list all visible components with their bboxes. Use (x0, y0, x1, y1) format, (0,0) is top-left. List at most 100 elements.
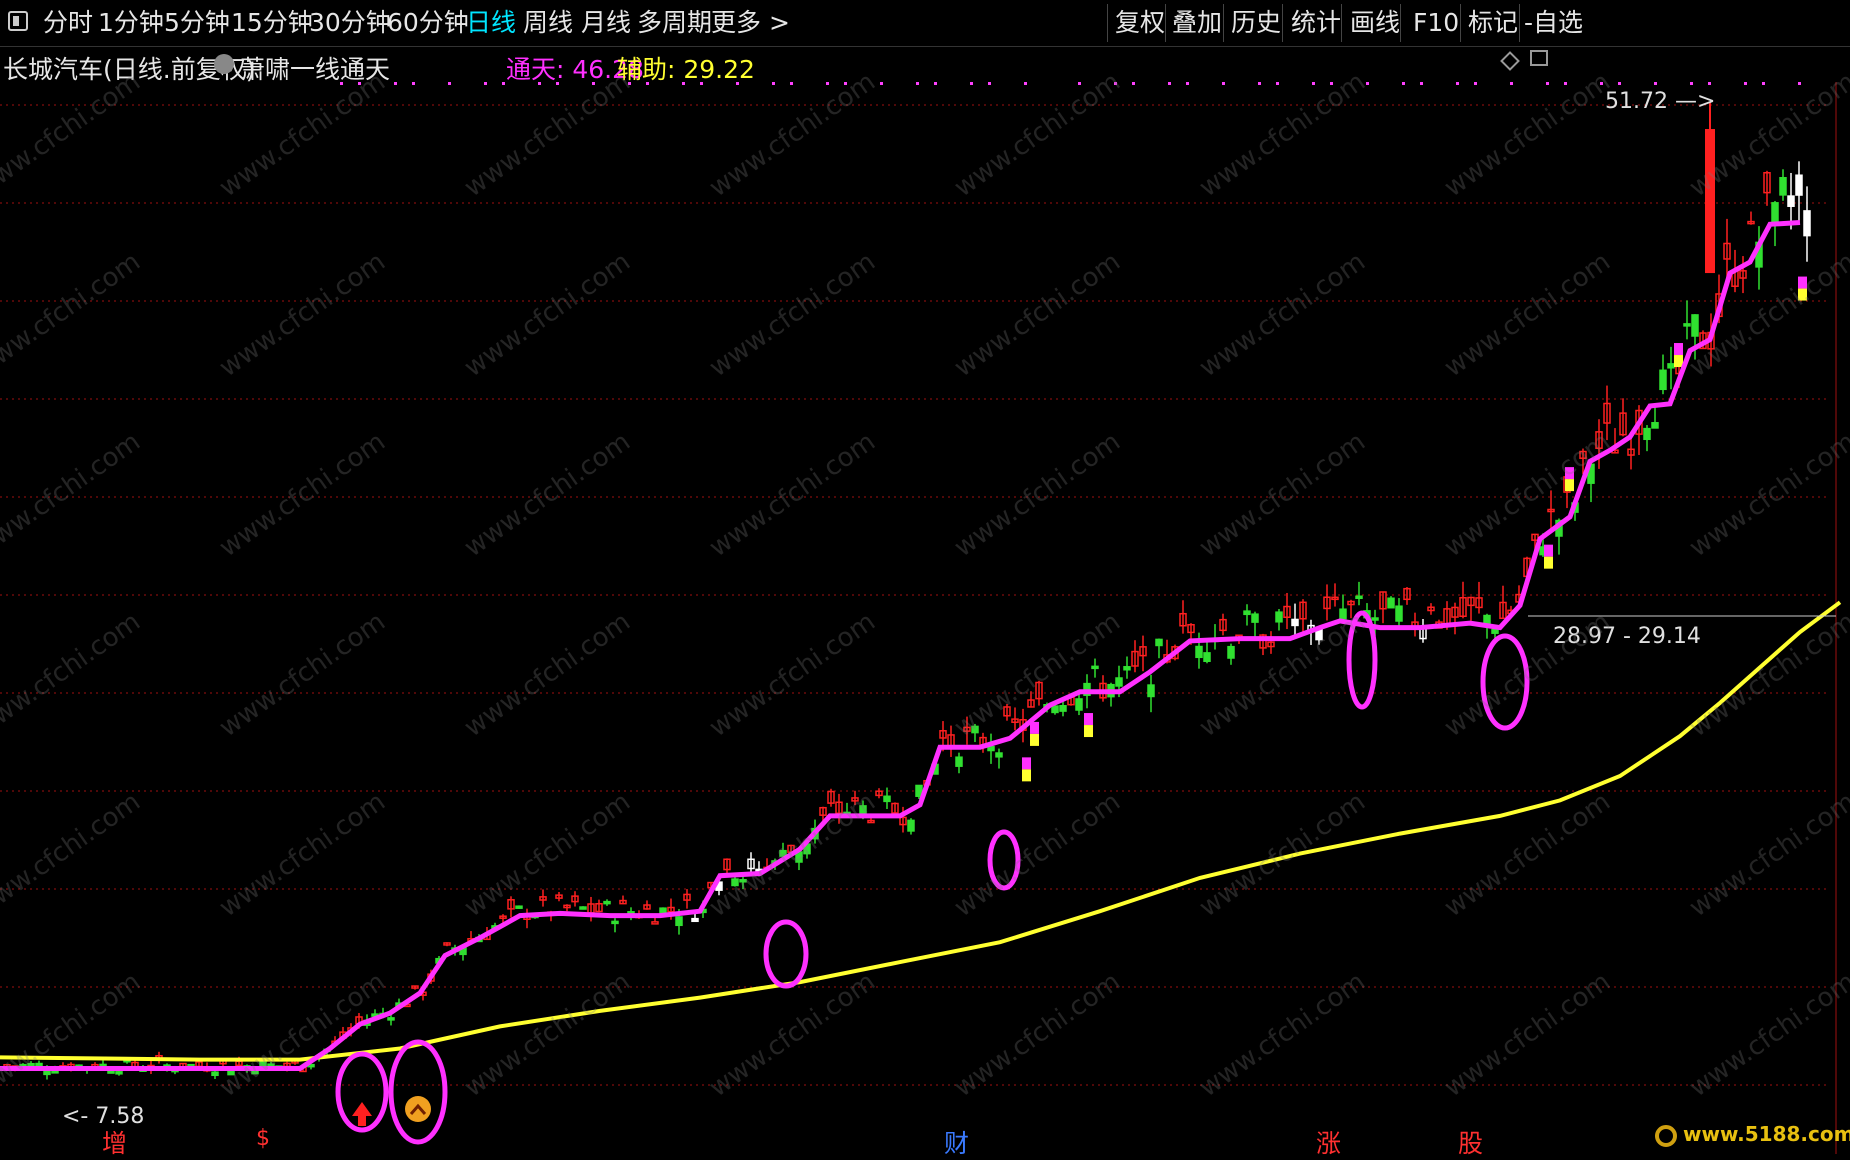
candle-body (1787, 195, 1795, 207)
dot-marker (502, 82, 505, 85)
dot-marker (1312, 82, 1315, 85)
dot-marker (826, 82, 829, 85)
dot-marker (1402, 82, 1405, 85)
tool-button[interactable]: F10 (1413, 6, 1459, 40)
candle-body (1155, 638, 1163, 647)
candle-body (1651, 422, 1659, 429)
candle-body (1227, 645, 1235, 659)
dot-marker (592, 82, 595, 85)
candle-body (251, 1070, 259, 1075)
candle-body (1659, 369, 1667, 391)
period-tab[interactable]: 多周期 (637, 6, 712, 40)
candle-body (1795, 174, 1803, 196)
dot-marker (1168, 82, 1171, 85)
tool-button[interactable]: 统计 (1291, 6, 1341, 40)
chevron-down-icon[interactable] (214, 54, 234, 74)
candle-body (1203, 652, 1211, 663)
period-tab[interactable]: 30分钟 (309, 6, 391, 40)
dot-marker (1762, 82, 1765, 85)
period-tab[interactable]: 周线 (523, 6, 573, 40)
dot-marker (1222, 82, 1225, 85)
period-tab[interactable]: 15分钟 (231, 6, 313, 40)
top-toolbar: 分时 1分钟 5分钟 15分钟 30分钟 60分钟 日线 周线 月线 多周期 更… (0, 0, 1850, 47)
period-tab[interactable]: 1分钟 (98, 6, 164, 40)
candle-body (1075, 698, 1083, 711)
signal-bar (1565, 467, 1574, 480)
event-marker[interactable]: 财 (944, 1124, 969, 1160)
candle-body (971, 725, 979, 734)
indicator-name[interactable]: 萧啸一线通天 (240, 50, 390, 86)
buy-arrow-icon (352, 1102, 372, 1126)
candle-body (907, 819, 915, 832)
signal-circle (987, 829, 1021, 891)
signal-bar (1084, 713, 1093, 726)
period-tab[interactable]: 60分钟 (387, 6, 469, 40)
tongtian-line (0, 220, 1801, 1071)
event-marker[interactable]: 涨 (1316, 1124, 1341, 1160)
tool-button[interactable]: 标记 (1468, 6, 1518, 40)
period-tab[interactable]: 5分钟 (164, 6, 230, 40)
dot-marker (1744, 82, 1747, 85)
candle-body (739, 879, 747, 883)
candle-body (1771, 202, 1779, 224)
signal-circle (388, 1039, 448, 1145)
candle-body (1059, 705, 1067, 712)
period-tab[interactable]: 月线 (581, 6, 631, 40)
candle-body (1483, 614, 1491, 625)
candle-body (1691, 314, 1699, 337)
candlestick-chart[interactable]: 51.72 —><- 7.5828.97 - 29.14 (0, 82, 1850, 1154)
dot-marker (1474, 82, 1477, 85)
dot-marker (880, 82, 883, 85)
grid-lines (0, 82, 1837, 1154)
signal-circle (1480, 633, 1530, 731)
event-marker[interactable]: 股 (1458, 1124, 1483, 1160)
window-icon[interactable] (1530, 50, 1548, 66)
dot-marker (772, 82, 775, 85)
signal-bar (1565, 479, 1574, 492)
candle-body (955, 756, 963, 767)
dot-marker (844, 82, 847, 85)
candle-body (603, 900, 611, 905)
dot-marker (484, 82, 487, 85)
tool-button[interactable]: 历史 (1231, 6, 1281, 40)
more-periods-button[interactable]: 更多 > (711, 6, 790, 40)
signal-bar (1084, 725, 1093, 738)
tool-button[interactable]: 复权 (1115, 6, 1165, 40)
dot-marker (1276, 82, 1279, 85)
dot-marker (1114, 82, 1117, 85)
watchlist-button[interactable]: -自选 (1524, 6, 1583, 40)
tool-button[interactable]: 叠加 (1172, 6, 1222, 40)
candle-body (211, 1071, 219, 1077)
candle-body (995, 752, 1003, 758)
dot-marker (1024, 82, 1027, 85)
fuzhu-line (0, 600, 1842, 1062)
dot-marker (538, 82, 541, 85)
candle-body (1779, 177, 1787, 196)
dot-marker (556, 82, 559, 85)
candle-body (1387, 597, 1395, 609)
dot-marker (1456, 82, 1459, 85)
period-tab[interactable]: 分时 (43, 6, 93, 40)
dot-marker (1330, 82, 1333, 85)
dot-marker (988, 82, 991, 85)
candle-body (1243, 610, 1251, 616)
dot-marker (412, 82, 415, 85)
candle-body (1275, 611, 1283, 623)
menu-icon[interactable] (8, 11, 28, 31)
dot-marker (1132, 82, 1135, 85)
dot-marker (1564, 82, 1567, 85)
dot-marker (1618, 82, 1621, 85)
tool-button[interactable]: 画线 (1350, 6, 1400, 40)
candle-body (731, 878, 739, 887)
event-marker[interactable]: 增 (102, 1124, 127, 1160)
candle-body (1123, 666, 1131, 671)
signal-bar (1030, 733, 1039, 746)
candle-body (779, 849, 787, 857)
range-label: 28.97 - 29.14 (1553, 624, 1701, 649)
period-tab-active[interactable]: 日线 (466, 6, 516, 40)
candle-body (1667, 363, 1675, 369)
candle-body (1339, 608, 1347, 620)
event-marker[interactable]: $ (256, 1126, 270, 1151)
candle-body (691, 917, 699, 923)
candle-body (1683, 323, 1691, 327)
